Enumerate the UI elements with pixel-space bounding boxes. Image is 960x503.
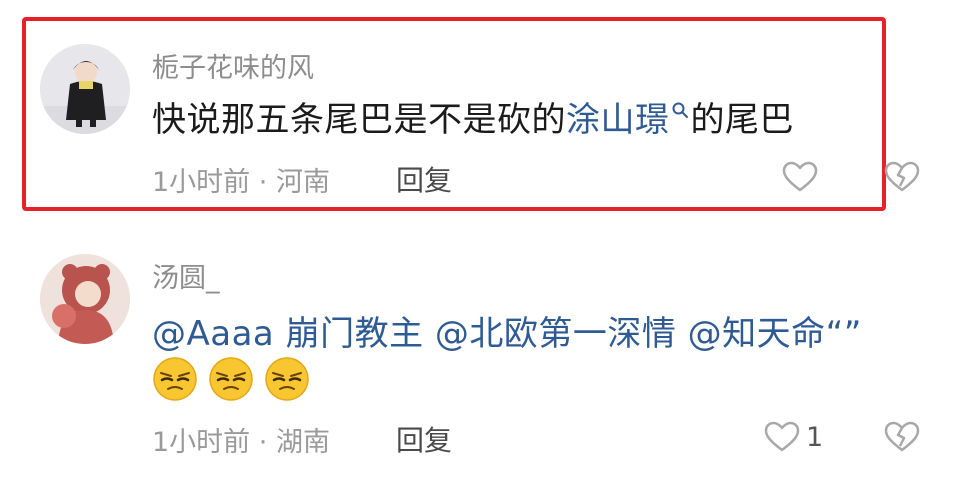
mention-links[interactable]: @Aaaa 崩门教主 @北欧第一深情 @知天命“” — [152, 306, 862, 355]
avatar-image — [40, 254, 130, 344]
broken-heart-icon — [884, 421, 920, 452]
comment-time: 1小时前 — [152, 427, 251, 458]
like-button[interactable]: 1 — [764, 421, 823, 453]
reply-button[interactable]: 回复 — [396, 419, 452, 459]
comment-username[interactable]: 栀子花味的风 — [152, 46, 314, 85]
comment-item: 汤圆_ @Aaaa 崩门教主 @北欧第一深情 @知天命“” 1小时前 · 湖南 … — [0, 240, 960, 503]
meta-separator: · — [258, 167, 268, 198]
search-icon — [672, 102, 688, 118]
dislike-button[interactable] — [884, 420, 920, 458]
reply-button[interactable]: 回复 — [396, 159, 452, 199]
comment-text: 快说那五条尾巴是不是砍的 — [152, 100, 566, 140]
meta-separator: · — [258, 427, 268, 458]
comment-item: 栀子花味的风 快说那五条尾巴是不是砍的涂山璟 的尾巴 1小时前 · 河南 回复 — [0, 0, 960, 240]
comment-location: 河南 — [275, 167, 330, 198]
like-button[interactable] — [782, 161, 818, 193]
comment-content: 快说那五条尾巴是不是砍的涂山璟 的尾巴 — [152, 92, 794, 141]
comment-meta: 1小时前 · 河南 — [152, 160, 330, 199]
comment-location: 湖南 — [275, 427, 330, 458]
comment-username[interactable]: 汤圆_ — [152, 256, 220, 295]
avatar-image — [40, 44, 130, 134]
emoji-row — [152, 356, 310, 402]
heart-icon — [782, 161, 818, 192]
heart-icon — [764, 421, 800, 452]
comment-time: 1小时前 — [152, 167, 251, 198]
squint-face-emoji — [152, 356, 198, 402]
avatar[interactable] — [40, 254, 130, 344]
avatar[interactable] — [40, 44, 130, 134]
comment-meta: 1小时前 · 湖南 — [152, 420, 330, 459]
squint-face-emoji — [264, 356, 310, 402]
dislike-button[interactable] — [884, 160, 920, 198]
broken-heart-icon — [884, 161, 920, 192]
comment-text-end: 的尾巴 — [690, 100, 794, 140]
topic-link[interactable]: 涂山璟 — [566, 100, 691, 140]
like-count: 1 — [806, 421, 824, 453]
squint-face-emoji — [208, 356, 254, 402]
